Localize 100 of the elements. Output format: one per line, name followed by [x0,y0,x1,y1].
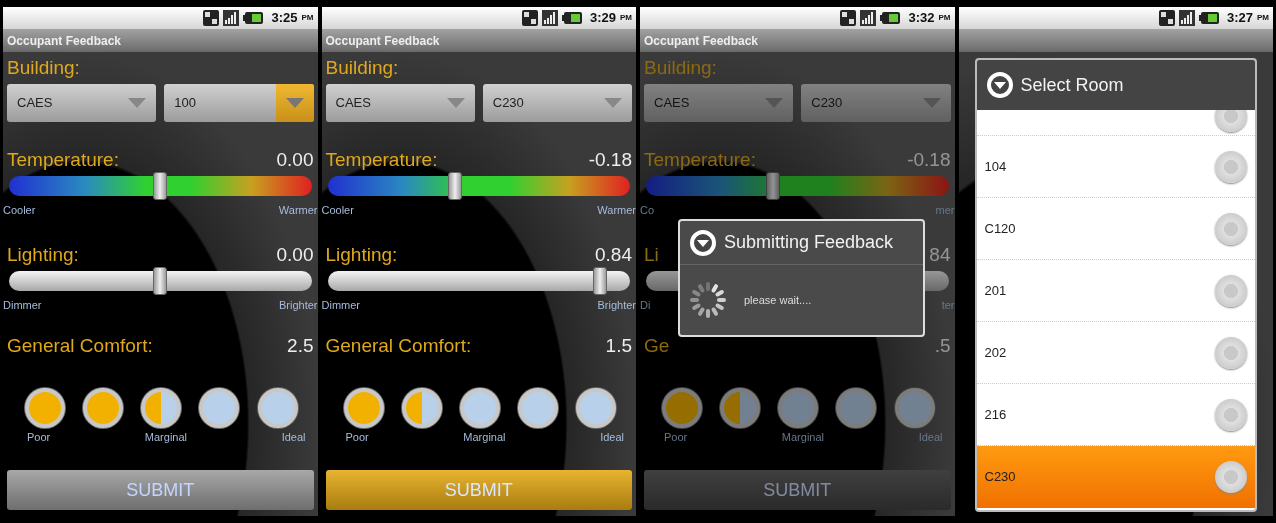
network-icon [1158,10,1175,26]
scale-label: Cooler [3,204,36,217]
status-time: 3:27 [1226,9,1253,28]
dropdown[interactable]: C230 [801,84,951,122]
field-label: Temperature: [644,148,756,172]
scale-label: Poor [345,431,369,444]
value-reading: .5 [934,334,951,358]
caret-icon [604,98,622,108]
rating-circle[interactable] [141,388,182,428]
field-label: Lighting: [7,243,79,267]
field-label: General Comfort: [7,334,153,358]
item-label: 104 [984,157,1007,176]
slider-thumb[interactable] [766,172,781,200]
signal-icon [541,10,558,26]
item-label: 216 [984,405,1007,424]
slider-thumb[interactable] [153,172,168,200]
field-label: Building: [324,56,400,80]
app-title: Occupant Feedback [7,32,122,50]
signal-icon [860,10,877,26]
scale-label: Warmer [278,204,318,217]
dropdown[interactable]: 100 [164,84,314,122]
dialog-message: please wait.... [744,292,812,308]
dropdown[interactable]: CAES [7,84,157,122]
scale-label: Marginal [144,431,188,444]
scale-label: ter [941,299,955,312]
dropdown-circle-icon [690,229,716,256]
radio-button[interactable] [1215,336,1247,369]
rating-circle[interactable] [459,388,500,428]
caret-icon [922,98,941,108]
radio-button[interactable] [1215,212,1247,245]
value-reading: 84 [929,243,951,267]
rating-circle[interactable] [257,388,298,428]
scale-label: Brighter [278,299,318,312]
field-label: Temperature: [325,148,438,172]
list-item[interactable]: C230 [976,446,1255,508]
dropdown-circle-icon [986,72,1013,98]
caret-icon [285,98,304,108]
status-time: 3:25 [271,9,298,28]
field-label: General Comfort: [325,334,472,358]
rating-circle[interactable] [401,388,442,428]
value-reading: -0.18 [588,148,632,172]
status-ampm: PM [301,12,314,24]
app-title: Occupant Feedback [644,32,759,50]
slider-thumb[interactable] [592,267,607,295]
dropdown[interactable]: CAES [644,84,794,122]
value-reading: -0.18 [907,148,951,172]
submit-button[interactable]: SUBMIT [644,470,951,510]
item-label: 201 [984,281,1007,300]
battery-icon [1198,11,1219,25]
slider-thumb[interactable] [153,267,168,295]
scale-label: Poor [27,431,51,444]
field-label: Temperature: [7,148,119,172]
network-icon [521,10,538,26]
field-label: Ge [644,334,670,358]
scale-label: Marginal [781,431,825,444]
network-icon [840,10,857,26]
status-ampm: PM [938,12,951,24]
value-reading: 0.00 [276,243,314,267]
signal-icon [1178,10,1195,26]
radio-button[interactable] [1215,274,1247,307]
scale-label: Ideal [281,431,306,444]
loading-spinner-icon [688,280,728,320]
scale-label: Ideal [600,431,624,444]
rating-circle[interactable] [199,388,240,428]
scale-label: Warmer [597,204,636,217]
field-label: Building: [6,56,81,80]
item-label: C230 [984,468,1016,487]
status-time: 3:29 [589,9,616,28]
scale-label: Dimmer [3,299,42,312]
radio-button[interactable] [1215,461,1247,493]
field-label: Lighting: [325,243,398,267]
caret-icon [446,98,465,108]
value-reading: 2.5 [287,334,314,358]
value-reading: 0.00 [276,148,314,172]
status-ampm: PM [620,12,632,24]
battery-icon [561,11,582,25]
item-label: C120 [984,219,1016,238]
radio-button[interactable] [1215,398,1247,431]
dropdown[interactable]: C230 [482,84,632,122]
status-time: 3:32 [908,9,935,28]
scale-label: Brighter [597,299,636,312]
field-label: Li [644,243,659,267]
item-label: 202 [984,343,1007,362]
radio-button[interactable] [1215,150,1247,183]
scale-label: Di [640,299,651,312]
caret-icon [765,98,784,108]
dialog-title: Submitting Feedback [724,231,894,254]
value-reading: 1.5 [605,334,632,358]
slider-thumb[interactable] [447,172,462,200]
scale-label: Cooler [321,204,354,217]
status-ampm: PM [1257,12,1269,24]
rating-circle[interactable] [517,388,558,428]
scale-label: Poor [664,431,688,444]
scale-label: Ideal [918,431,943,444]
scale-label: Dimmer [321,299,360,312]
dialog-title: Select Room [1020,73,1124,97]
field-label: Building: [643,56,718,80]
rating-circle[interactable] [576,388,616,428]
app-title: Occupant Feedback [325,32,440,50]
dropdown[interactable]: CAES [325,84,475,122]
